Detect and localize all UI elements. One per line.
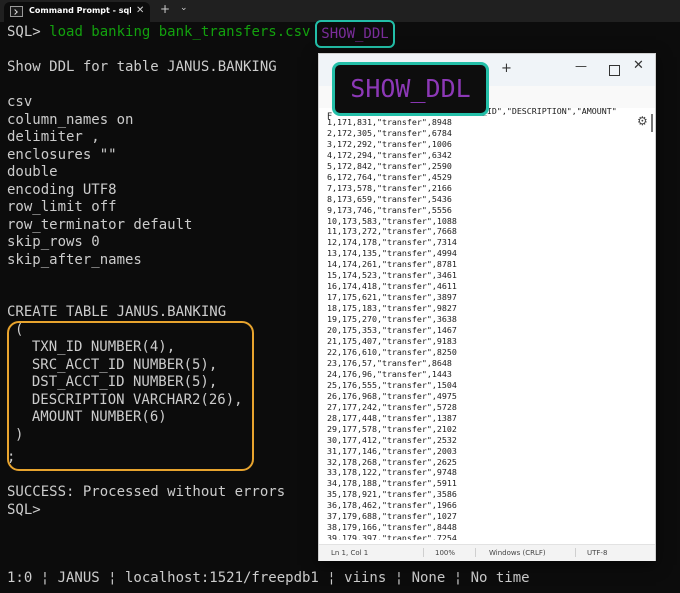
option-line: delimiter , xyxy=(7,129,100,145)
terminal-tab[interactable]: Command Prompt - sql janus ✕ xyxy=(4,2,150,22)
terminal-icon xyxy=(10,6,23,17)
csv-row: 12,174,178,"transfer",7314 xyxy=(327,237,457,248)
csv-row: 33,178,122,"transfer",9748 xyxy=(327,467,457,478)
csv-row: 6,172,764,"transfer",4529 xyxy=(327,171,452,182)
csv-row: 34,178,188,"transfer",5911 xyxy=(327,478,457,489)
csv-row: 35,178,921,"transfer",3586 xyxy=(327,489,457,500)
show-ddl-callout: SHOW_DDL xyxy=(332,62,489,116)
option-line: row_limit off xyxy=(7,199,117,215)
csv-row: 30,177,412,"transfer",2532 xyxy=(327,434,457,445)
csv-row: 16,174,418,"transfer",4611 xyxy=(327,281,457,292)
create-table-line: DST_ACCT_ID NUMBER(5), xyxy=(15,374,218,390)
cursor-position: Ln 1, Col 1 xyxy=(331,549,369,557)
csv-row: 26,176,968,"transfer",4975 xyxy=(327,390,457,401)
maximize-icon[interactable] xyxy=(609,65,620,76)
csv-row: 10,173,583,"transfer",1088 xyxy=(327,215,457,226)
csv-row: 27,177,242,"transfer",5728 xyxy=(327,401,457,412)
sql-prompt: SQL> xyxy=(7,24,41,40)
tab-close-icon[interactable]: ✕ xyxy=(136,5,144,16)
csv-row: 2,172,305,"transfer",6784 xyxy=(327,127,452,138)
chevron-down-icon[interactable]: ⌄ xyxy=(180,3,188,13)
option-line: enclosures "" xyxy=(7,146,117,163)
option-line: encoding UTF8 xyxy=(7,181,117,198)
csv-row: 11,173,272,"transfer",7668 xyxy=(327,226,457,237)
csv-row: 13,174,135,"transfer",4994 xyxy=(327,248,457,259)
notepad-status-bar: Ln 1, Col 1 100% Windows (CRLF) UTF-8 xyxy=(319,544,655,561)
csv-row: 22,176,610,"transfer",8250 xyxy=(327,346,457,357)
show-ddl-badge: SHOW_DDL xyxy=(315,20,395,48)
create-table-line: DESCRIPTION VARCHAR2(26), xyxy=(15,391,243,408)
ddl-header: Show DDL for table JANUS.BANKING xyxy=(7,59,277,75)
csv-row: 15,174,523,"transfer",3461 xyxy=(327,270,457,281)
line-ending: Windows (CRLF) xyxy=(489,549,546,557)
csv-row: 3,172,292,"transfer",1006 xyxy=(327,138,452,149)
tab-title: Command Prompt - sql janus xyxy=(29,6,131,15)
option-line: skip_after_names xyxy=(7,251,142,268)
csv-row: 38,179,166,"transfer",8448 xyxy=(327,522,457,533)
semicolon: ; xyxy=(7,449,16,465)
csv-row: 14,174,261,"transfer",8781 xyxy=(327,259,457,270)
csv-row: 29,177,578,"transfer",2102 xyxy=(327,423,457,434)
notepad-text-area[interactable]: _ID","DESCRIPTION","AMOUNT" 1,171,831,"tr… xyxy=(327,106,645,540)
create-table-line: ( xyxy=(15,321,24,338)
scrollbar-thumb[interactable] xyxy=(651,114,653,132)
command-line: SQL> load banking bank_transfers.csv xyxy=(7,24,310,42)
success-message: SUCCESS: Processed without errors xyxy=(7,484,286,500)
create-table-line: AMOUNT NUMBER(6) xyxy=(15,409,167,425)
option-line: row_terminator default xyxy=(7,216,193,233)
command-text: load banking bank_transfers.csv xyxy=(49,24,311,40)
csv-row: 7,173,578,"transfer",2166 xyxy=(327,182,452,193)
notepad-window[interactable]: + — ✕ ⚙ _ID","DESCRIPTION","AMOUNT" 1,171… xyxy=(318,53,656,561)
option-line: skip_rows 0 xyxy=(7,234,100,250)
csv-row: 5,172,842,"transfer",2590 xyxy=(327,160,452,171)
final-prompt: SQL> xyxy=(7,501,41,518)
csv-row: 4,172,294,"transfer",6342 xyxy=(327,149,452,160)
csv-row: 9,173,746,"transfer",5556 xyxy=(327,204,452,215)
csv-row: 19,175,270,"transfer",3638 xyxy=(327,314,457,325)
file-menu-letter[interactable]: F xyxy=(327,112,332,122)
csv-row: 17,175,621,"transfer",3897 xyxy=(327,292,457,303)
terminal-tab-bar: Command Prompt - sql janus ✕ + ⌄ xyxy=(0,0,680,22)
option-line: csv xyxy=(7,94,33,110)
zoom-level: 100% xyxy=(435,549,456,557)
status-divider xyxy=(575,548,576,557)
csv-row: 18,175,183,"transfer",9827 xyxy=(327,303,457,314)
create-table-line: SRC_ACCT_ID NUMBER(5), xyxy=(15,356,218,373)
csv-row: 28,177,448,"transfer",1387 xyxy=(327,412,457,423)
new-tab-icon[interactable]: + xyxy=(160,2,170,16)
create-table-line: TXN_ID NUMBER(4), xyxy=(15,339,176,355)
csv-row: 36,178,462,"transfer",1966 xyxy=(327,500,457,511)
csv-row: 1,171,831,"transfer",8948 xyxy=(327,116,452,127)
csv-rows: 1,171,831,"transfer",8948 2,172,305,"tran… xyxy=(327,117,645,540)
csv-row: 25,176,555,"transfer",1504 xyxy=(327,379,457,390)
csv-row: 20,175,353,"transfer",1467 xyxy=(327,325,457,336)
minimize-icon[interactable]: — xyxy=(575,59,587,73)
csv-row: 39,179,397,"transfer",7254 xyxy=(327,533,457,540)
csv-row: 32,178,268,"transfer",2625 xyxy=(327,456,457,467)
notepad-new-tab-icon[interactable]: + xyxy=(501,61,512,76)
csv-row: 23,176,57,"transfer",8648 xyxy=(327,357,452,368)
csv-row: 31,177,146,"transfer",2003 xyxy=(327,445,457,456)
csv-row: 37,179,688,"transfer",1027 xyxy=(327,511,457,522)
csv-row: 8,173,659,"transfer",5436 xyxy=(327,193,452,204)
close-icon[interactable]: ✕ xyxy=(633,58,644,73)
csv-row: 21,175,407,"transfer",9183 xyxy=(327,336,457,347)
csv-row: 24,176,96,"transfer",1443 xyxy=(327,368,452,379)
status-divider xyxy=(475,548,476,557)
create-table-line: ) xyxy=(15,426,24,443)
option-line: double xyxy=(7,164,58,180)
terminal-status-bar: 1:0 ¦ JANUS ¦ localhost:1521/freepdb1 ¦ … xyxy=(7,570,530,586)
encoding: UTF-8 xyxy=(587,549,608,557)
option-line: column_names on xyxy=(7,111,134,128)
status-divider xyxy=(423,548,424,557)
create-table-line: CREATE TABLE JANUS.BANKING xyxy=(7,304,227,320)
